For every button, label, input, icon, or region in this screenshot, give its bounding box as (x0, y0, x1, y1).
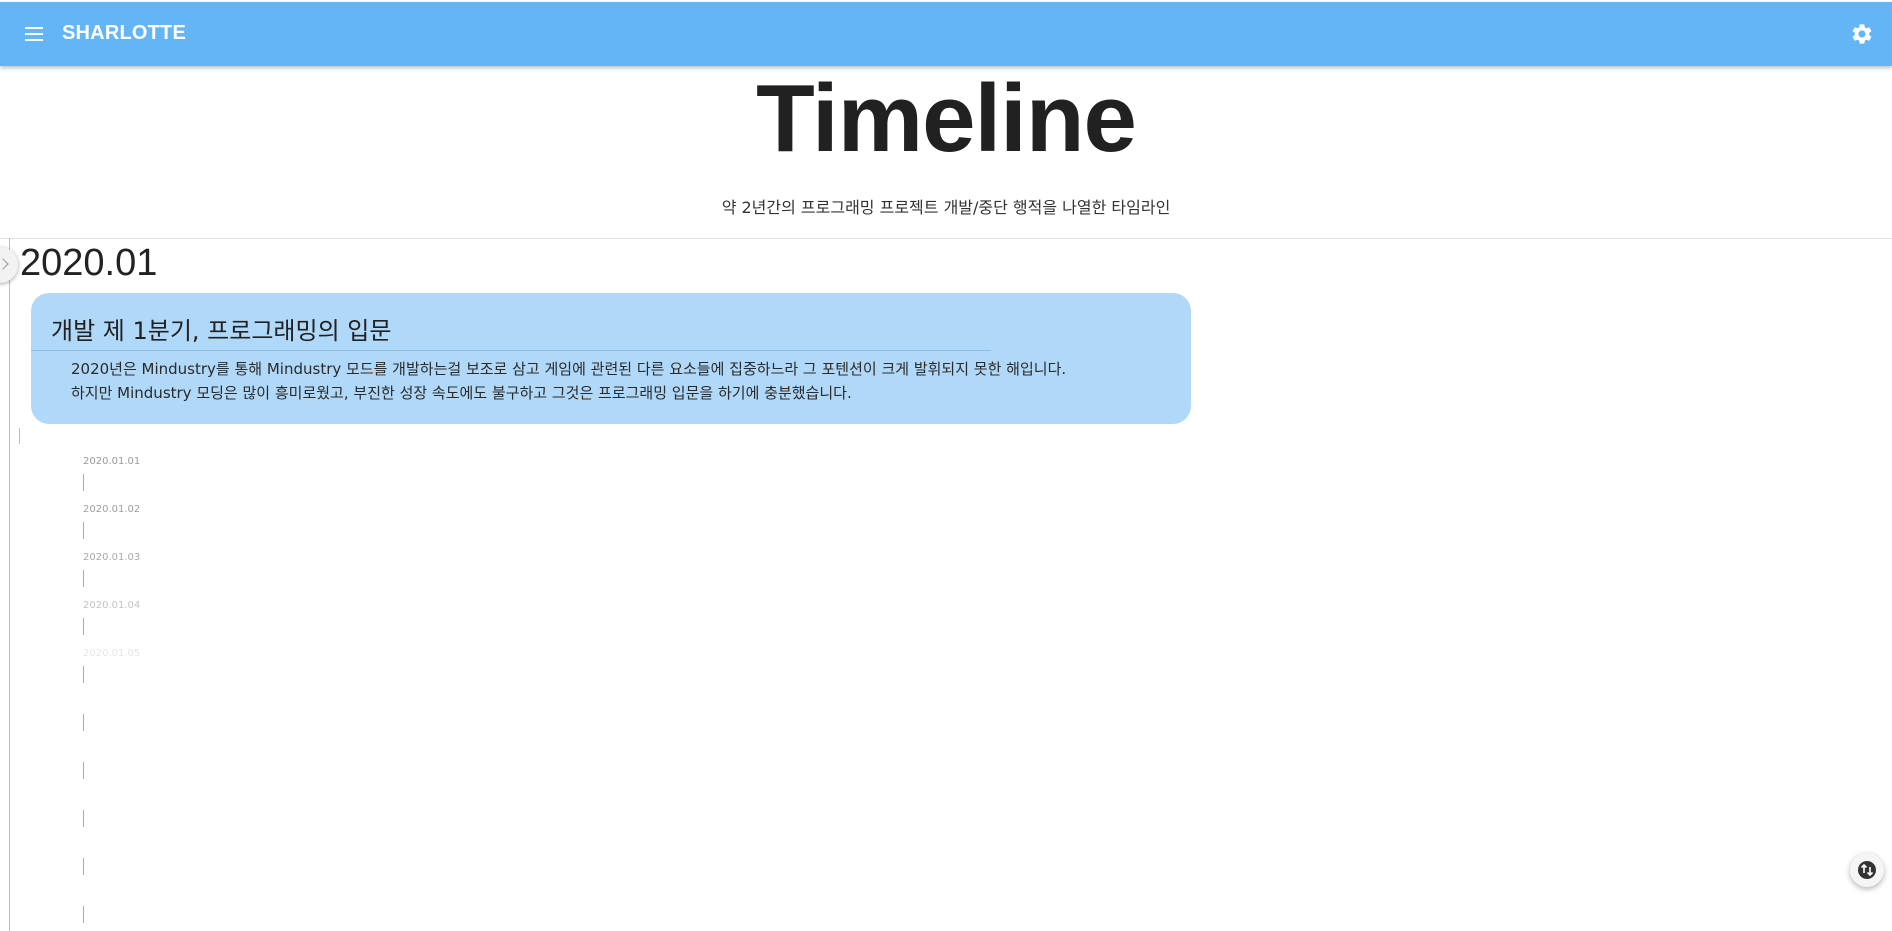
date-tick (83, 474, 84, 491)
date-tick (83, 570, 84, 587)
date-label: 2020.01.01 (83, 456, 141, 467)
header-divider (0, 238, 1892, 239)
translate-button[interactable] (1850, 853, 1884, 887)
date-tick (83, 858, 84, 875)
date-label: 2020.01.03 (83, 552, 141, 563)
translate-icon (1858, 861, 1876, 879)
date-item: 2020.01.03 (83, 552, 141, 587)
card-divider (31, 350, 991, 351)
page-title: Timeline (756, 65, 1137, 172)
period-heading: 2020.01 (20, 242, 158, 284)
date-item: 2020.01.02 (83, 504, 141, 539)
timeline-marker (19, 428, 20, 444)
date-tick (83, 906, 84, 923)
card-description-line: 하지만 Mindustry 모딩은 많이 흥미로웠고, 부진한 성장 속도에도 … (71, 384, 852, 402)
card-description-line: 2020년은 Mindustry를 통해 Mindustry 모드를 개발하는걸… (71, 360, 1067, 378)
date-tick (83, 618, 84, 635)
date-item: 2020.01.01 (83, 456, 141, 491)
gear-icon[interactable] (1850, 22, 1874, 46)
app-bar: SHARLOTTE (0, 2, 1892, 66)
timeline-expand-handle[interactable] (0, 247, 18, 283)
date-tick (83, 666, 84, 683)
app-title[interactable]: SHARLOTTE (62, 22, 186, 45)
date-label: 2020.01.04 (83, 600, 141, 611)
date-tick (83, 714, 84, 731)
date-tick (83, 810, 84, 827)
menu-icon[interactable] (22, 23, 46, 45)
page-subtitle: 약 2년간의 프로그래밍 프로젝트 개발/중단 행적을 나열한 타임라인 (721, 198, 1171, 217)
date-label: 2020.01.02 (83, 504, 141, 515)
period-card: 개발 제 1분기, 프로그래밍의 입문 2020년은 Mindustry를 통해… (31, 293, 1191, 424)
card-title: 개발 제 1분기, 프로그래밍의 입문 (51, 317, 392, 345)
card-description: 2020년은 Mindustry를 통해 Mindustry 모드를 개발하는걸… (71, 357, 1186, 405)
date-label: 2020.01.05 (83, 648, 141, 659)
date-tick (83, 522, 84, 539)
timeline-line (9, 238, 10, 931)
date-tick (83, 762, 84, 779)
date-item: 2020.01.05 (83, 648, 141, 683)
date-item: 2020.01.04 (83, 600, 141, 635)
